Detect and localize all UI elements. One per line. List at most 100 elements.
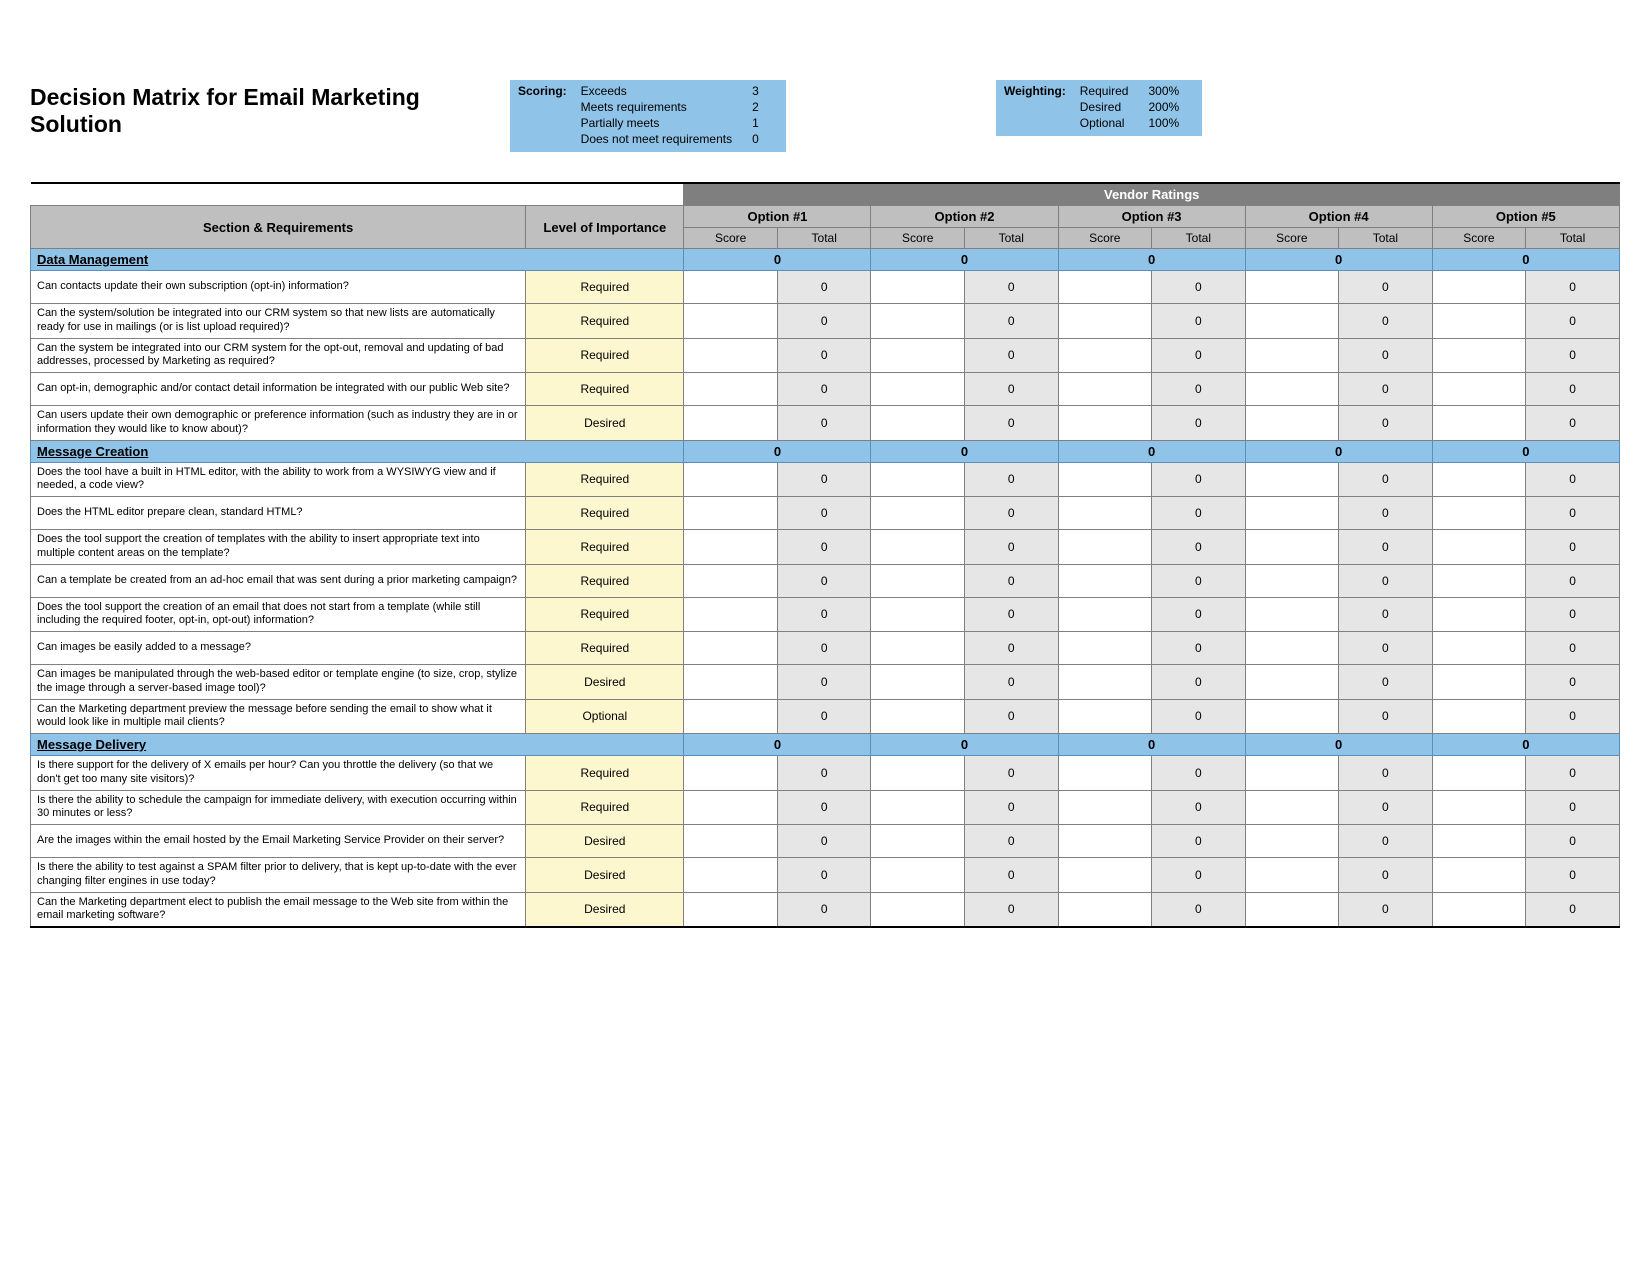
score-cell[interactable] <box>684 858 778 893</box>
score-cell[interactable] <box>684 564 778 597</box>
score-cell[interactable] <box>1058 858 1152 893</box>
score-cell[interactable] <box>871 858 965 893</box>
total-cell: 0 <box>1152 406 1246 441</box>
score-cell[interactable] <box>684 530 778 565</box>
score-cell[interactable] <box>1058 406 1152 441</box>
score-cell[interactable] <box>1432 304 1526 339</box>
score-cell[interactable] <box>871 271 965 304</box>
score-cell[interactable] <box>684 825 778 858</box>
score-cell[interactable] <box>1432 271 1526 304</box>
score-cell[interactable] <box>684 271 778 304</box>
score-cell[interactable] <box>1432 564 1526 597</box>
score-cell[interactable] <box>684 338 778 373</box>
score-cell[interactable] <box>1245 756 1339 791</box>
score-cell[interactable] <box>1432 597 1526 632</box>
score-cell[interactable] <box>871 564 965 597</box>
score-cell[interactable] <box>1245 858 1339 893</box>
score-cell[interactable] <box>1058 665 1152 700</box>
score-cell[interactable] <box>1432 632 1526 665</box>
score-cell[interactable] <box>1245 564 1339 597</box>
section-name: Message Delivery <box>31 734 684 756</box>
score-cell[interactable] <box>1245 790 1339 825</box>
score-cell[interactable] <box>1058 756 1152 791</box>
score-cell[interactable] <box>871 373 965 406</box>
score-cell[interactable] <box>1432 497 1526 530</box>
score-cell[interactable] <box>1058 825 1152 858</box>
score-cell[interactable] <box>1245 304 1339 339</box>
option-header-2: Option #2 <box>871 206 1058 228</box>
weighting-row: Desired200% <box>1080 100 1179 114</box>
score-cell[interactable] <box>871 756 965 791</box>
score-cell[interactable] <box>871 597 965 632</box>
score-header: Score <box>1245 228 1339 249</box>
importance-cell: Required <box>526 597 684 632</box>
scoring-row: Meets requirements2 <box>581 100 759 114</box>
score-cell[interactable] <box>1432 338 1526 373</box>
score-cell[interactable] <box>1432 373 1526 406</box>
score-cell[interactable] <box>1058 304 1152 339</box>
score-cell[interactable] <box>1058 564 1152 597</box>
total-cell: 0 <box>777 530 871 565</box>
score-cell[interactable] <box>871 406 965 441</box>
score-cell[interactable] <box>1432 858 1526 893</box>
score-cell[interactable] <box>1245 892 1339 927</box>
score-cell[interactable] <box>1058 699 1152 734</box>
score-cell[interactable] <box>871 825 965 858</box>
score-cell[interactable] <box>1058 892 1152 927</box>
score-cell[interactable] <box>684 632 778 665</box>
score-cell[interactable] <box>871 892 965 927</box>
score-cell[interactable] <box>1245 597 1339 632</box>
score-cell[interactable] <box>871 665 965 700</box>
score-cell[interactable] <box>684 597 778 632</box>
score-cell[interactable] <box>1432 406 1526 441</box>
score-cell[interactable] <box>1245 497 1339 530</box>
score-cell[interactable] <box>1058 271 1152 304</box>
score-cell[interactable] <box>684 892 778 927</box>
score-cell[interactable] <box>684 790 778 825</box>
score-cell[interactable] <box>1058 530 1152 565</box>
score-cell[interactable] <box>871 338 965 373</box>
score-cell[interactable] <box>1245 530 1339 565</box>
score-cell[interactable] <box>1432 790 1526 825</box>
score-cell[interactable] <box>871 530 965 565</box>
score-cell[interactable] <box>1432 892 1526 927</box>
score-cell[interactable] <box>871 462 965 497</box>
score-cell[interactable] <box>1058 462 1152 497</box>
score-cell[interactable] <box>684 462 778 497</box>
score-cell[interactable] <box>1058 373 1152 406</box>
score-cell[interactable] <box>871 304 965 339</box>
score-cell[interactable] <box>1058 497 1152 530</box>
score-cell[interactable] <box>684 406 778 441</box>
score-cell[interactable] <box>1058 632 1152 665</box>
score-cell[interactable] <box>684 665 778 700</box>
score-cell[interactable] <box>1432 665 1526 700</box>
score-cell[interactable] <box>1245 632 1339 665</box>
score-cell[interactable] <box>1432 825 1526 858</box>
score-cell[interactable] <box>1058 338 1152 373</box>
score-cell[interactable] <box>1245 462 1339 497</box>
score-cell[interactable] <box>684 756 778 791</box>
score-cell[interactable] <box>1245 373 1339 406</box>
score-cell[interactable] <box>1245 699 1339 734</box>
score-cell[interactable] <box>1432 530 1526 565</box>
importance-cell: Required <box>526 338 684 373</box>
score-cell[interactable] <box>1245 665 1339 700</box>
score-cell[interactable] <box>1432 756 1526 791</box>
score-cell[interactable] <box>1245 271 1339 304</box>
score-cell[interactable] <box>684 699 778 734</box>
score-cell[interactable] <box>684 373 778 406</box>
score-cell[interactable] <box>1245 825 1339 858</box>
score-cell[interactable] <box>871 790 965 825</box>
score-cell[interactable] <box>1245 338 1339 373</box>
score-cell[interactable] <box>871 632 965 665</box>
score-cell[interactable] <box>871 699 965 734</box>
score-cell[interactable] <box>871 497 965 530</box>
section-total: 0 <box>1432 249 1619 271</box>
score-cell[interactable] <box>1432 699 1526 734</box>
score-cell[interactable] <box>684 304 778 339</box>
score-cell[interactable] <box>684 497 778 530</box>
score-cell[interactable] <box>1432 462 1526 497</box>
score-cell[interactable] <box>1058 790 1152 825</box>
score-cell[interactable] <box>1058 597 1152 632</box>
score-cell[interactable] <box>1245 406 1339 441</box>
